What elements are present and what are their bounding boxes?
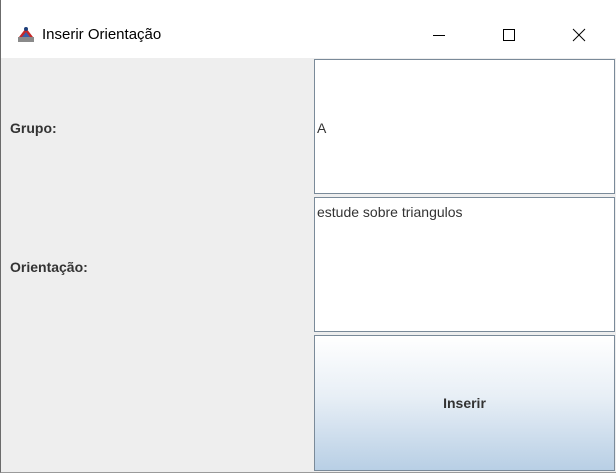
java-app-icon	[18, 27, 34, 42]
close-icon	[572, 28, 586, 42]
inserir-button[interactable]: Inserir	[314, 335, 615, 471]
orientacao-field[interactable]: estude sobre triangulos	[314, 197, 615, 332]
grupo-field[interactable]: A	[314, 59, 615, 194]
app-window: Inserir Orientação Grupo: A Orientação: …	[0, 0, 616, 473]
minimize-button[interactable]	[416, 12, 462, 58]
grupo-label: Grupo:	[10, 120, 57, 136]
grupo-value: A	[317, 120, 327, 136]
orientacao-value: estude sobre triangulos	[317, 204, 463, 220]
close-button[interactable]	[556, 12, 602, 58]
maximize-icon	[503, 29, 515, 41]
minimize-icon	[433, 35, 445, 36]
maximize-button[interactable]	[486, 12, 532, 58]
inserir-button-label: Inserir	[443, 395, 486, 411]
window-title: Inserir Orientação	[42, 26, 162, 43]
title-bar[interactable]: Inserir Orientação	[1, 0, 616, 58]
form-panel: Grupo: A Orientação: estude sobre triang…	[1, 58, 616, 472]
orientacao-label: Orientação:	[10, 259, 88, 275]
